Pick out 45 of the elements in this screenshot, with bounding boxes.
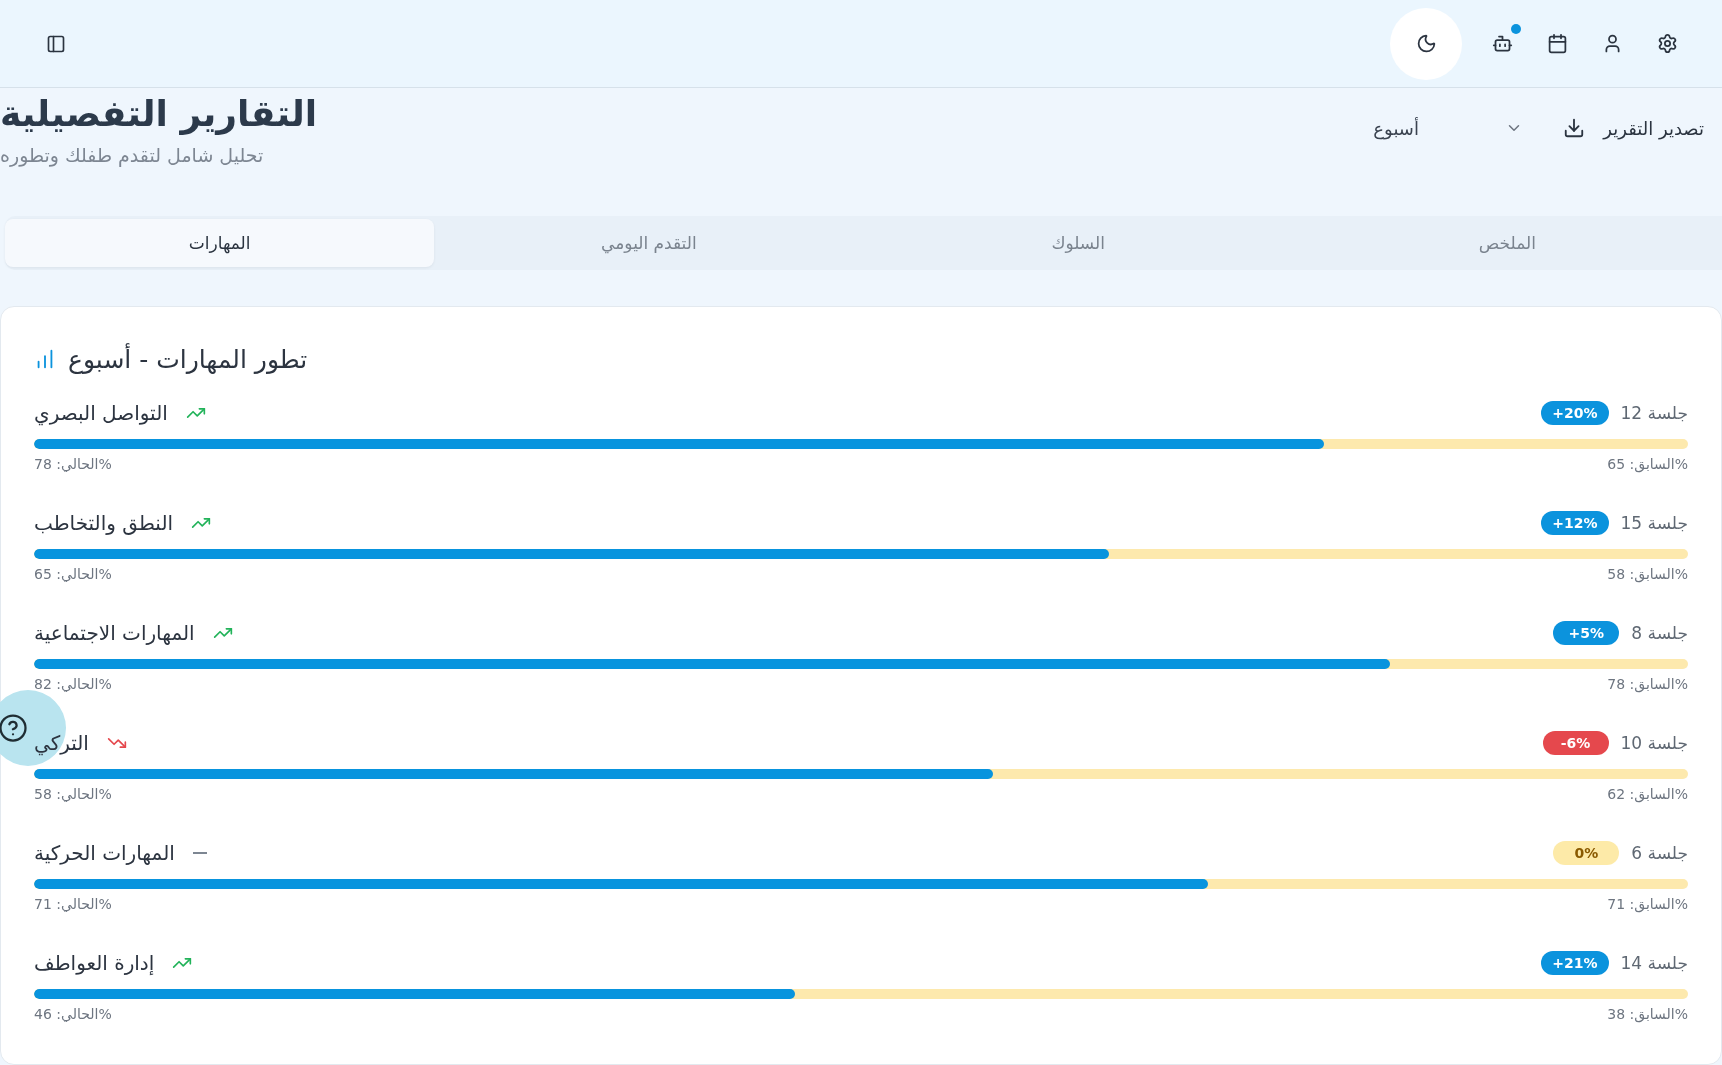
- calendar-icon: [1546, 33, 1568, 54]
- previous-value: %السابق: 38: [1607, 1006, 1688, 1022]
- page-subtitle: تحليل شامل لتقدم طفلك وتطوره: [0, 144, 264, 166]
- skill-name: النطق والتخاطب: [34, 511, 174, 535]
- previous-value: %السابق: 62: [1607, 786, 1688, 802]
- change-badge: +12%: [1541, 511, 1609, 535]
- previous-value: %السابق: 65: [1607, 456, 1688, 472]
- session-count: جلسة 6: [1631, 843, 1688, 863]
- change-badge: 0%: [1553, 841, 1620, 865]
- change-badge: +5%: [1553, 621, 1620, 645]
- session-count: جلسة 8: [1631, 623, 1688, 643]
- session-count: جلسة 12: [1620, 403, 1688, 423]
- current-value: %الحالي: 71: [34, 896, 112, 912]
- current-value: %الحالي: 58: [34, 786, 112, 802]
- help-icon: [0, 713, 28, 743]
- moon-icon: [1415, 33, 1437, 54]
- change-badge: -6%: [1542, 731, 1609, 755]
- current-value: %الحالي: 46: [34, 1006, 112, 1022]
- page-title: التقارير التفصيلية: [0, 92, 317, 137]
- session-count: جلسة 15: [1620, 513, 1688, 533]
- current-value: %الحالي: 78: [34, 456, 112, 472]
- change-badge: +20%: [1541, 401, 1609, 425]
- tab[interactable]: المهارات: [5, 219, 435, 267]
- skill-name: التواصل البصري: [34, 401, 168, 425]
- previous-value: %السابق: 71: [1607, 896, 1688, 912]
- dash-icon: [192, 852, 207, 854]
- download-icon: [1563, 117, 1586, 139]
- period-select[interactable]: أسبوع: [1373, 108, 1524, 148]
- session-count: جلسة 14: [1620, 953, 1688, 973]
- skill-name: المهارات الاجتماعية: [34, 621, 195, 645]
- export-button[interactable]: تصدير التقرير: [1563, 108, 1704, 148]
- previous-value: %السابق: 78: [1607, 676, 1688, 692]
- robot-icon: [1491, 33, 1513, 54]
- previous-value: %السابق: 58: [1607, 566, 1688, 582]
- card-title: تطور المهارات - أسبوع: [68, 344, 308, 374]
- current-value: %الحالي: 82: [34, 676, 112, 692]
- change-badge: +21%: [1541, 951, 1609, 975]
- current-value: %الحالي: 65: [34, 566, 112, 582]
- settings-icon: [1656, 33, 1678, 54]
- sidebar-icon: [46, 33, 66, 54]
- skill-name: التركي: [34, 731, 89, 755]
- skill-name: المهارات الحركية: [34, 841, 175, 865]
- skill-name: إدارة العواطف: [34, 951, 155, 975]
- notification-dot: [1511, 23, 1521, 34]
- session-count: جلسة 10: [1620, 733, 1688, 753]
